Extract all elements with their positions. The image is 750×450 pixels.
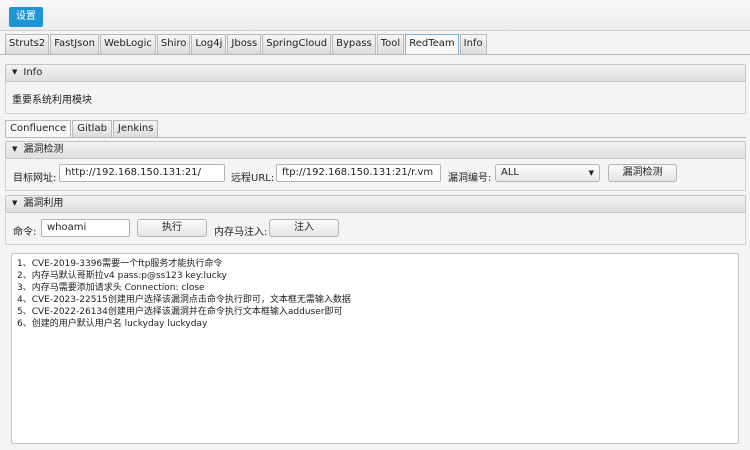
exploit-pane-title: 漏洞利用 [23,198,64,209]
tab-bypass[interactable]: Bypass [332,34,376,54]
subtab-gitlab[interactable]: Gitlab [72,120,112,137]
output-line: 3、内存马需要添加请求头 Connection: close [17,283,205,293]
target-url-input[interactable]: http://192.168.150.131:21/ [59,164,225,182]
settings-menu[interactable]: 设置 [9,7,43,27]
exploit-pane-body: 命令: whoami 执行 内存马注入: 注入 [5,213,746,245]
tab-info[interactable]: Info [459,34,487,54]
output-line: 1、CVE-2019-3396需要一个ftp服务才能执行命令 [17,259,223,269]
vuln-id-select[interactable]: ALL ▼ [495,164,600,182]
vuln-id-label: 漏洞编号: [448,173,492,184]
collapse-arrow-icon: ▼ [12,68,18,76]
memshell-label: 内存马注入: [214,227,268,238]
exploit-pane-header[interactable]: ▼ 漏洞利用 [5,195,746,213]
command-label: 命令: [13,227,37,238]
remote-url-label: 远程URL: [231,173,275,184]
info-pane-header[interactable]: ▼ Info [5,64,746,82]
detect-pane-header[interactable]: ▼ 漏洞检测 [5,141,746,159]
detect-pane-title: 漏洞检测 [23,144,64,155]
tab-weblogic[interactable]: WebLogic [99,34,156,54]
subtab-confluence[interactable]: Confluence [5,120,72,137]
detect-button[interactable]: 漏洞检测 [608,164,677,182]
menubar: 设置 [0,0,750,31]
command-input[interactable]: whoami [41,219,130,237]
sub-tab-divider [5,137,746,138]
detect-pane-body: 目标网址: http://192.168.150.131:21/ 远程URL: … [5,159,746,191]
info-pane-title: Info [23,67,43,78]
tab-jboss[interactable]: Jboss [227,34,262,54]
output-line: 2、内存马默认哥斯拉v4 pass:p@ss123 key:lucky [17,271,227,281]
tab-tool[interactable]: Tool [376,34,405,54]
inject-button[interactable]: 注入 [269,219,339,237]
tab-shiro[interactable]: Shiro [156,34,191,54]
output-line: 5、CVE-2022-26134创建用户选择该漏洞并在命令执行文本框输入addu… [17,307,343,317]
output-textarea[interactable]: 1、CVE-2019-3396需要一个ftp服务才能执行命令 2、内存马默认哥斯拉… [11,253,739,444]
tab-fastjson[interactable]: FastJson [50,34,99,54]
sub-tab-bar: Confluence Gitlab Jenkins [5,120,159,137]
output-line: 6、创建的用户默认用户名 luckyday luckyday [17,319,208,329]
tab-struts2[interactable]: Struts2 [5,34,50,54]
target-url-label: 目标网址: [13,173,57,184]
collapse-arrow-icon: ▼ [12,145,18,153]
subtab-jenkins[interactable]: Jenkins [112,120,159,137]
tab-divider [0,54,750,55]
remote-url-input[interactable]: ftp://192.168.150.131:21/r.vm [276,164,441,182]
execute-button[interactable]: 执行 [137,219,207,237]
collapse-arrow-icon: ▼ [12,199,18,207]
info-description: 重要系统利用模块 [12,95,92,106]
output-line: 4、CVE-2023-22515创建用户选择该漏洞点击命令执行即可，文本框无需输… [17,295,351,305]
tab-springcloud[interactable]: SpringCloud [262,34,332,54]
tab-log4j[interactable]: Log4j [191,34,227,54]
info-pane-body: 重要系统利用模块 [5,82,746,114]
main-tab-bar: Struts2 FastJson WebLogic Shiro Log4j Jboss Sp… [5,34,488,55]
dropdown-caret-icon: ▼ [588,169,594,177]
tab-redteam[interactable]: RedTeam [405,34,459,55]
vuln-id-value: ALL [501,167,519,178]
